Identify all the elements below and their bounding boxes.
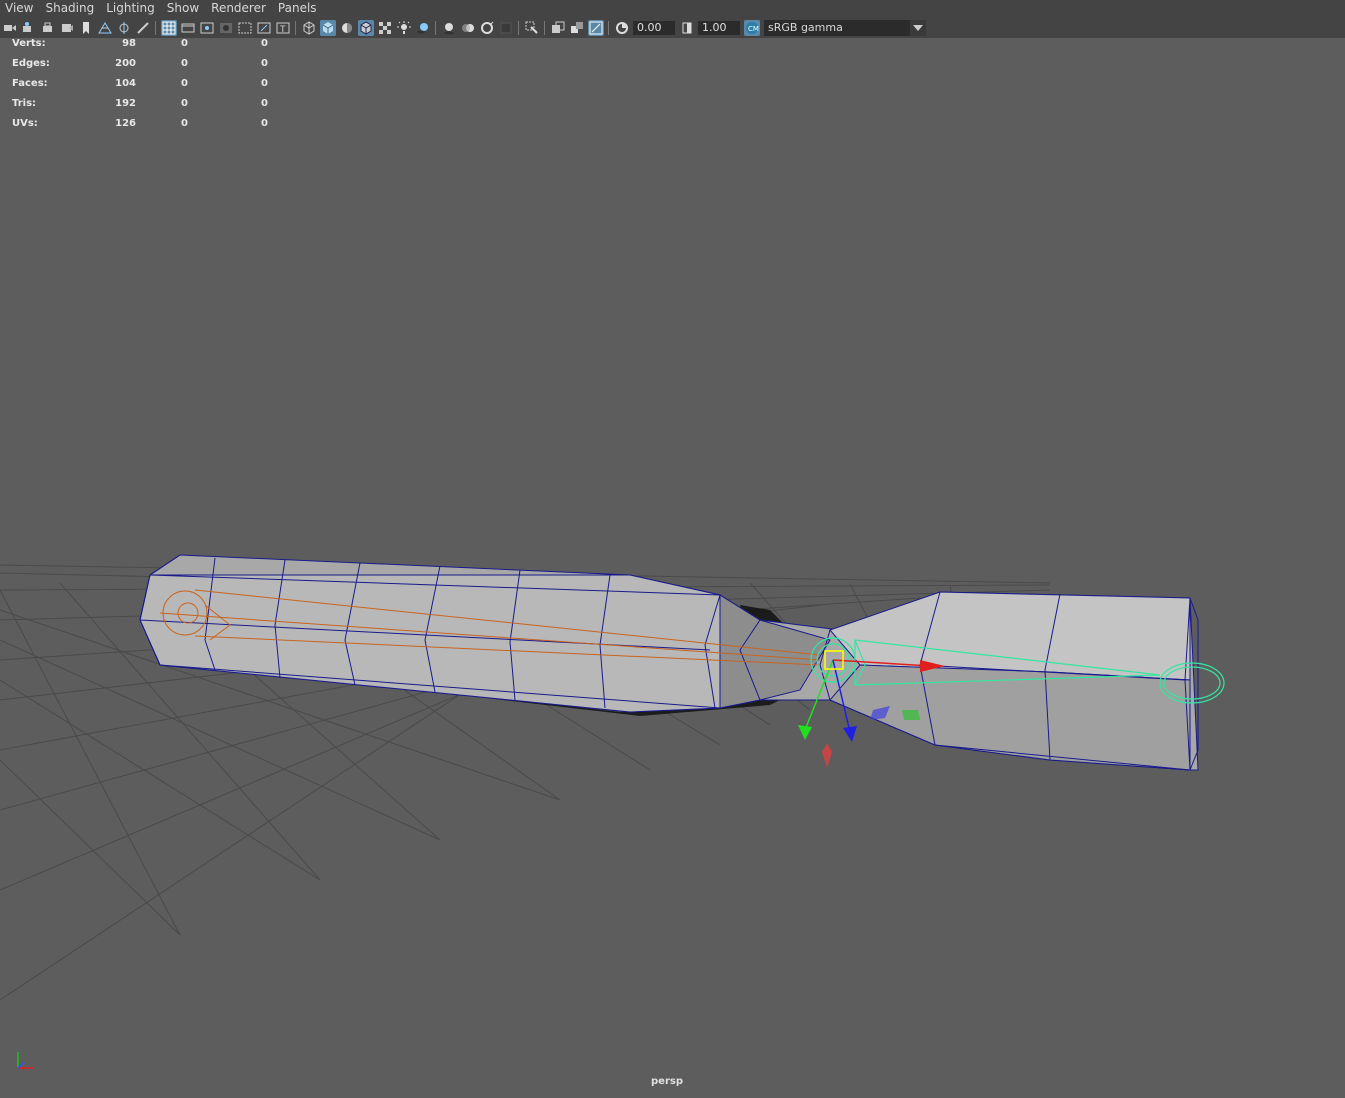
svg-text:CM: CM: [748, 25, 759, 33]
perspective-viewport[interactable]: [0, 38, 1345, 1094]
select-camera-icon[interactable]: [2, 20, 18, 36]
hud-value: 0: [181, 38, 188, 49]
camera-name-label: persp: [651, 1076, 683, 1087]
mesh-handle[interactable]: [139, 554, 1199, 771]
camera-attributes-icon[interactable]: [21, 20, 37, 36]
camera-lock-icon[interactable]: [40, 20, 56, 36]
smooth-shade-icon[interactable]: [319, 19, 336, 36]
viewport-scene[interactable]: [0, 38, 1345, 1094]
hud-value: 0: [181, 58, 188, 69]
toolbar-separator: [295, 20, 296, 35]
toolbar-separator: [435, 20, 436, 35]
grid-icon[interactable]: [160, 19, 177, 36]
2d-pan-zoom-icon[interactable]: [116, 20, 132, 36]
hud-row-verts: Verts: 98 0 0: [12, 38, 272, 58]
view-transform-dropdown[interactable]: sRGB gamma: [764, 19, 926, 36]
menu-show[interactable]: Show: [162, 0, 206, 17]
hud-value: 0: [181, 118, 188, 129]
hud-label: Edges:: [12, 58, 50, 69]
menu-shading[interactable]: Shading: [40, 0, 101, 17]
hud-label: Faces:: [12, 78, 48, 89]
gamma-field[interactable]: 1.00: [698, 20, 740, 35]
wireframe-icon[interactable]: [301, 20, 317, 36]
toolbar-separator: [608, 20, 609, 35]
exposure-field[interactable]: 0.00: [633, 20, 675, 35]
field-chart-icon[interactable]: [237, 20, 253, 36]
use-all-lights-icon[interactable]: [396, 20, 412, 36]
hud-label: Verts:: [12, 38, 46, 49]
grease-pencil-icon[interactable]: [135, 20, 151, 36]
shadows-icon[interactable]: [415, 20, 431, 36]
hud-value: 192: [115, 98, 136, 109]
screen-space-ao-icon[interactable]: [441, 20, 457, 36]
hud-label: UVs:: [12, 118, 38, 129]
viewport-toolbar: T 0.00 1.00 CM sRGB gamma: [0, 17, 1345, 38]
safe-title-icon[interactable]: T: [275, 20, 291, 36]
isolate-select-icon[interactable]: [524, 20, 540, 36]
svg-text:T: T: [279, 25, 286, 35]
film-gate-icon[interactable]: [180, 20, 196, 36]
hud-value: 104: [115, 78, 136, 89]
default-material-icon[interactable]: [339, 20, 355, 36]
hud-value: 0: [261, 58, 268, 69]
hud-row-faces: Faces: 104 0 0: [12, 78, 272, 98]
wireframe-on-shaded-icon[interactable]: [357, 19, 374, 36]
hud-label: Tris:: [12, 98, 37, 109]
toolbar-separator: [544, 20, 545, 35]
bookmark-icon[interactable]: [78, 20, 94, 36]
xray-joints-icon[interactable]: [587, 19, 604, 36]
gamma-icon[interactable]: [679, 20, 695, 36]
hud-value: 0: [261, 98, 268, 109]
hud-value: 0: [181, 98, 188, 109]
hud-row-edges: Edges: 200 0 0: [12, 58, 272, 78]
view-axis-indicator-icon: [17, 1052, 34, 1069]
toolbar-separator: [155, 20, 156, 35]
xray-icon[interactable]: [550, 20, 566, 36]
menu-view[interactable]: View: [0, 0, 40, 17]
xray-active-components-icon[interactable]: [569, 20, 585, 36]
menu-lighting[interactable]: Lighting: [101, 0, 162, 17]
hud-row-uvs: UVs: 126 0 0: [12, 118, 272, 138]
hud-value: 0: [181, 78, 188, 89]
hud-value: 0: [261, 78, 268, 89]
depth-of-field-icon[interactable]: [498, 20, 514, 36]
hud-value: 0: [261, 38, 268, 49]
hud-value: 98: [122, 38, 136, 49]
hud-value: 200: [115, 58, 136, 69]
exposure-icon[interactable]: [614, 20, 630, 36]
motion-blur-icon[interactable]: [460, 20, 476, 36]
menu-panels[interactable]: Panels: [273, 0, 324, 17]
image-plane-icon[interactable]: [59, 20, 75, 36]
view-transform-value: sRGB gamma: [768, 21, 843, 34]
resolution-gate-icon[interactable]: [199, 20, 215, 36]
grid-toggle-icon[interactable]: [97, 20, 113, 36]
anti-aliasing-icon[interactable]: [479, 20, 495, 36]
chevron-down-icon[interactable]: [910, 19, 926, 36]
safe-action-icon[interactable]: [256, 20, 272, 36]
textured-icon[interactable]: [377, 20, 393, 36]
hud-row-tris: Tris: 192 0 0: [12, 98, 272, 118]
toolbar-separator: [518, 20, 519, 35]
hud-value: 0: [261, 118, 268, 129]
color-management-icon[interactable]: CM: [743, 19, 760, 36]
viewport-menubar: View Shading Lighting Show Renderer Pane…: [0, 0, 1345, 17]
poly-count-hud: Verts: 98 0 0 Edges: 200 0 0 Faces: 104 …: [12, 38, 272, 138]
gate-mask-icon[interactable]: [218, 20, 234, 36]
menu-renderer[interactable]: Renderer: [206, 0, 273, 17]
hud-value: 126: [115, 118, 136, 129]
